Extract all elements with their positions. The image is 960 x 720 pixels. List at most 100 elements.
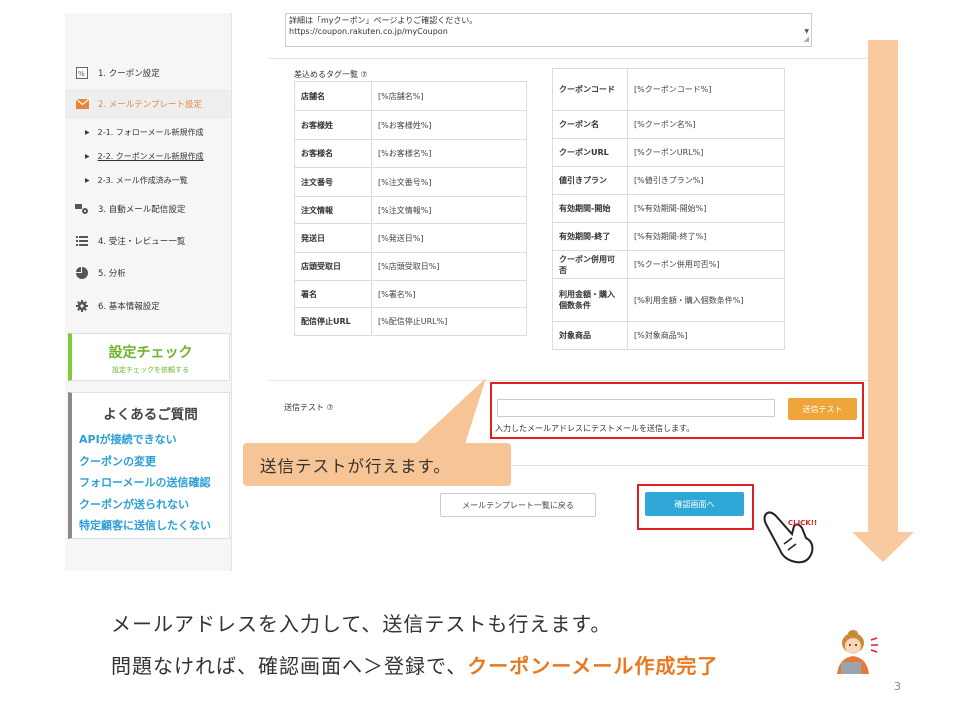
tag-row: クーポンURL [%クーポンURL%] bbox=[552, 138, 785, 167]
click-label: CLICK!! bbox=[788, 519, 817, 527]
back-to-list-button[interactable]: メールテンプレート一覧に戻る bbox=[440, 493, 596, 517]
tag-key: お客様名 bbox=[294, 139, 372, 168]
tag-value: [%クーポン名%] bbox=[627, 110, 785, 139]
caret-right-icon: ▶ bbox=[85, 152, 90, 160]
tag-key: 利用金額・購入個数条件 bbox=[552, 278, 628, 322]
faq-title: よくあるご質問 bbox=[103, 407, 198, 423]
tag-key: クーポンURL bbox=[552, 138, 628, 167]
tag-key: クーポンコード bbox=[552, 68, 628, 111]
sidebar-item-mail-template[interactable]: 2. メールテンプレート設定 bbox=[65, 89, 231, 119]
divider bbox=[269, 58, 892, 59]
tag-value: [%クーポンコード%] bbox=[627, 68, 785, 111]
tag-key: 発送日 bbox=[294, 223, 372, 253]
coupon-icon: % bbox=[75, 67, 89, 79]
textarea-line: 詳細は「myクーポン」ページよりご確認ください。 bbox=[289, 16, 478, 25]
tag-key: 対象商品 bbox=[552, 321, 628, 350]
tag-value: [%有効期間-終了%] bbox=[627, 222, 785, 251]
sidebar-subitem-coupon-mail[interactable]: ▶ 2-2. クーポンメール新規作成 bbox=[65, 145, 231, 167]
main-panel: 詳細は「myクーポン」ページよりご確認ください。 https://coupon.… bbox=[232, 13, 895, 571]
sidebar-item-analytics[interactable]: 5. 分析 bbox=[65, 258, 231, 288]
tag-key: 値引きプラン bbox=[552, 166, 628, 195]
tag-row: 署名 [%署名%] bbox=[294, 280, 527, 308]
tag-value: [%店舗名%] bbox=[371, 81, 527, 111]
tag-key: 店舗名 bbox=[294, 81, 372, 111]
tag-table-right: クーポンコード [%クーポンコード%] クーポン名 [%クーポン名%] クーポンURL[… bbox=[552, 68, 785, 350]
tag-value: [%対象商品%] bbox=[627, 321, 785, 350]
highlight-box-confirm bbox=[637, 484, 754, 530]
tag-value: [%クーポンURL%] bbox=[627, 138, 785, 167]
gear-mail-icon bbox=[75, 203, 89, 215]
faq-link[interactable]: クーポンが送られない bbox=[79, 494, 229, 516]
tag-row: お客様名 [%お客様名%] bbox=[294, 139, 527, 168]
tag-value: [%注文情報%] bbox=[371, 196, 527, 224]
tag-key: 署名 bbox=[294, 280, 372, 308]
tag-value: [%署名%] bbox=[371, 280, 527, 308]
sidebar-item-orders-reviews[interactable]: 4. 受注・レビュー一覧 bbox=[65, 226, 231, 256]
list-icon bbox=[75, 235, 89, 247]
sidebar: % 1. クーポン設定 2. メールテンプレート設定 ▶ 2-1. フォローメー… bbox=[65, 13, 232, 571]
tag-table-left: 店舗名 [%店舗名%] お客様姓 [%お客様姓%] お客様名 [%お客様名%] 注文番号 [%… bbox=[294, 81, 527, 336]
tag-key: 配信停止URL bbox=[294, 307, 372, 336]
faq-link[interactable]: APIが接続できない bbox=[79, 429, 229, 451]
settings-check-title: 設定チェック bbox=[108, 345, 193, 361]
tag-value: [%お客様姓%] bbox=[371, 110, 527, 140]
textarea-line: https://coupon.rakuten.co.jp/myCoupon bbox=[289, 27, 448, 36]
caption-line-2: 問題なければ、確認画面へ＞登録で、クーポンーメール作成完了 bbox=[111, 650, 718, 679]
tag-key: 注文番号 bbox=[294, 167, 372, 197]
tag-row: 注文番号 [%注文番号%] bbox=[294, 167, 527, 197]
pointing-hand-icon: CLICK!! bbox=[763, 511, 817, 564]
tag-row: 値引きプラン [%値引きプラン%] bbox=[552, 166, 785, 195]
sidebar-item-coupon-settings[interactable]: % 1. クーポン設定 bbox=[65, 58, 231, 88]
tag-row: 注文情報 [%注文情報%] bbox=[294, 196, 527, 224]
sidebar-item-auto-mail[interactable]: 3. 自動メール配信設定 bbox=[65, 194, 231, 224]
faq-link[interactable]: フォローメールの送信確認 bbox=[79, 472, 229, 494]
sidebar-item-basic-settings[interactable]: 6. 基本情報設定 bbox=[65, 291, 231, 321]
tag-list-label: 差込めるタグ一覧 ⑦ bbox=[294, 70, 368, 79]
caret-right-icon: ▶ bbox=[85, 176, 90, 184]
svg-text:%: % bbox=[78, 70, 85, 78]
tag-key: クーポン併用可否 bbox=[552, 250, 628, 279]
gear-icon bbox=[75, 300, 89, 312]
tag-row: クーポン名 [%クーポン名%] bbox=[552, 110, 785, 139]
settings-check-subtitle: 設定チェックを依頼する bbox=[112, 366, 189, 374]
caption-line-1: メールアドレスを入力して、送信テストも行えます。 bbox=[111, 612, 612, 636]
sidebar-subitem-created-list[interactable]: ▶ 2-3. メール作成済み一覧 bbox=[65, 169, 231, 191]
faq-link[interactable]: 特定顧客に送信したくない bbox=[79, 515, 229, 537]
page-number: 3 bbox=[894, 680, 901, 693]
app-screenshot: % 1. クーポン設定 2. メールテンプレート設定 ▶ 2-1. フォローメー… bbox=[65, 13, 895, 571]
mail-icon bbox=[75, 98, 89, 110]
faq-link[interactable]: クーポンの変更 bbox=[79, 451, 229, 473]
tag-row: 対象商品 [%対象商品%] bbox=[552, 321, 785, 350]
settings-check-button[interactable]: 設定チェック 設定チェックを依頼する bbox=[68, 333, 230, 381]
down-arrow-icon bbox=[852, 40, 914, 562]
faq-panel: よくあるご質問 APIが接続できない クーポンの変更 フォローメールの送信確認 … bbox=[68, 392, 230, 539]
pie-chart-icon bbox=[75, 267, 89, 279]
person-laptop-icon bbox=[837, 630, 878, 674]
tag-key: 有効期間-終了 bbox=[552, 222, 628, 251]
tag-row: クーポンコード [%クーポンコード%] bbox=[552, 68, 785, 111]
tag-row: 配信停止URL [%配信停止URL%] bbox=[294, 307, 527, 336]
callout-pointer bbox=[415, 378, 486, 444]
highlight-box-send-test bbox=[490, 382, 864, 439]
caption-highlight: クーポンーメール作成完了 bbox=[467, 654, 719, 678]
tag-row: 有効期間-終了 [%有効期間-終了%] bbox=[552, 222, 785, 251]
tag-row: 店舗名 [%店舗名%] bbox=[294, 81, 527, 111]
tag-value: [%有効期間-開始%] bbox=[627, 194, 785, 223]
tag-key: 有効期間-開始 bbox=[552, 194, 628, 223]
tag-row: お客様姓 [%お客様姓%] bbox=[294, 110, 527, 140]
sidebar-subitem-follow-mail[interactable]: ▶ 2-1. フォローメール新規作成 bbox=[65, 121, 231, 143]
callout-send-test: 送信テストが行えます。 bbox=[243, 443, 511, 486]
caption-line-2-text: 問題なければ、確認画面へ＞登録で、 bbox=[111, 654, 468, 678]
resize-handle-icon[interactable]: ◢ bbox=[804, 34, 809, 45]
tag-value: [%配信停止URL%] bbox=[371, 307, 527, 336]
tag-row: 店頭受取日 [%店頭受取日%] bbox=[294, 252, 527, 281]
tag-key: 注文情報 bbox=[294, 196, 372, 224]
tag-value: [%お客様名%] bbox=[371, 139, 527, 168]
tag-value: [%クーポン併用可否%] bbox=[627, 250, 785, 279]
tag-value: [%店頭受取日%] bbox=[371, 252, 527, 281]
tag-key: お客様姓 bbox=[294, 110, 372, 140]
tag-value: [%値引きプラン%] bbox=[627, 166, 785, 195]
mail-body-textarea[interactable]: 詳細は「myクーポン」ページよりご確認ください。 https://coupon.… bbox=[285, 13, 812, 47]
tag-value: [%利用金額・購入個数条件%] bbox=[627, 278, 785, 322]
tag-value: [%発送日%] bbox=[371, 223, 527, 253]
